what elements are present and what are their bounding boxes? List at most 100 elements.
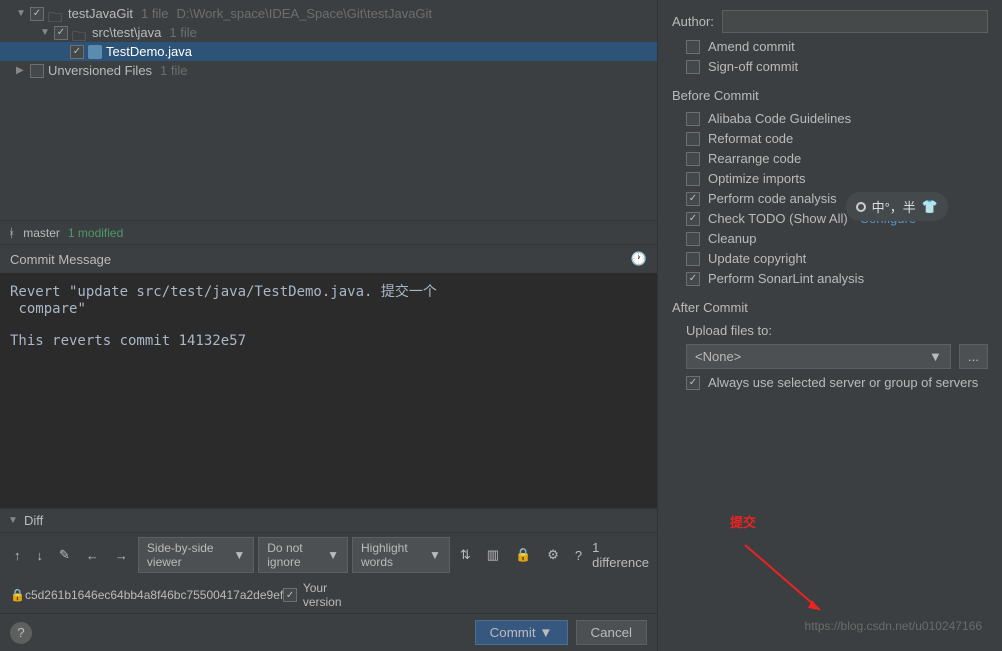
before-commit-title: Before Commit	[672, 88, 988, 103]
commit-message-label: Commit Message	[10, 252, 111, 267]
collapse-icon[interactable]: ⇅	[454, 544, 477, 566]
sonarlint-label: Perform SonarLint analysis	[708, 271, 864, 286]
your-version-label: Your version	[303, 581, 367, 609]
analysis-checkbox[interactable]	[686, 192, 700, 206]
modified-count: 1 modified	[68, 226, 123, 240]
root-count: 1 file	[141, 6, 168, 21]
back-icon[interactable]: ←	[80, 545, 105, 566]
ime-indicator: 中°，半 👕	[846, 192, 948, 221]
help-icon[interactable]: ?	[569, 545, 588, 566]
upload-label: Upload files to:	[686, 323, 988, 338]
commit-header: Commit Message 🕐	[0, 245, 657, 273]
root-path: D:\Work_space\IDEA_Space\Git\testJavaGit	[177, 6, 433, 21]
rearrange-checkbox[interactable]	[686, 152, 700, 166]
alibaba-label: Alibaba Code Guidelines	[708, 111, 851, 126]
commit-hash: c5d261b1646ec64bb4a8f46bc75500417a2de9ef	[25, 588, 283, 602]
help-button[interactable]: ?	[10, 622, 32, 644]
annotation-submit: 提交	[730, 512, 756, 531]
amend-checkbox[interactable]	[686, 40, 700, 54]
next-diff-icon[interactable]: ↓	[31, 545, 50, 566]
tree-file[interactable]: TestDemo.java	[0, 42, 657, 61]
cleanup-label: Cleanup	[708, 231, 756, 246]
bottom-bar: ? Commit ▼ Cancel	[0, 613, 657, 651]
forward-icon[interactable]: →	[109, 545, 134, 566]
viewer-dropdown[interactable]: Side-by-side viewer▼	[138, 537, 254, 573]
chevron-down-icon: ▼	[8, 515, 18, 526]
shirt-icon: 👕	[922, 199, 938, 215]
rearrange-label: Rearrange code	[708, 151, 801, 166]
branch-name[interactable]: master	[23, 226, 60, 240]
upload-select[interactable]: <None>▼	[686, 344, 951, 369]
lock-icon: 🔒	[10, 588, 25, 602]
branch-icon: ᚼ	[8, 226, 15, 240]
chevron-down-icon: ▼	[429, 548, 441, 562]
your-version-checkbox[interactable]	[283, 588, 297, 602]
subfolder-checkbox[interactable]	[54, 26, 68, 40]
unversioned-count: 1 file	[160, 63, 187, 78]
unversioned-label: Unversioned Files	[48, 63, 152, 78]
chevron-down-icon: ▼	[40, 27, 50, 38]
author-label: Author:	[672, 14, 714, 29]
tree-subfolder[interactable]: ▼ 🗀 src\test\java 1 file	[0, 23, 657, 42]
analysis-label: Perform code analysis	[708, 191, 837, 206]
java-file-icon	[88, 45, 102, 59]
chevron-down-icon: ▼	[327, 548, 339, 562]
watermark: https://blog.csdn.net/u010247166	[805, 619, 982, 633]
subfolder-name: src\test\java	[92, 25, 161, 40]
always-use-checkbox[interactable]	[686, 376, 700, 390]
chevron-down-icon: ▼	[929, 349, 942, 364]
subfolder-count: 1 file	[169, 25, 196, 40]
annotation-arrow	[740, 540, 840, 620]
file-checkbox[interactable]	[70, 45, 84, 59]
file-name: TestDemo.java	[106, 44, 192, 59]
root-checkbox[interactable]	[30, 7, 44, 21]
history-icon[interactable]: 🕐	[631, 251, 647, 267]
folder-icon: 🗀	[72, 26, 88, 40]
signoff-checkbox[interactable]	[686, 60, 700, 74]
diff-section: ▼ Diff ↑ ↓ ✎ ← → Side-by-side viewer▼ Do…	[0, 508, 657, 613]
commit-button[interactable]: Commit ▼	[475, 620, 568, 645]
cleanup-checkbox[interactable]	[686, 232, 700, 246]
sync-scroll-icon[interactable]: ▥	[481, 544, 505, 566]
alibaba-checkbox[interactable]	[686, 112, 700, 126]
chevron-down-icon: ▼	[16, 8, 26, 19]
author-input[interactable]	[722, 10, 988, 33]
cancel-button[interactable]: Cancel	[576, 620, 648, 645]
reformat-label: Reformat code	[708, 131, 793, 146]
browse-button[interactable]: ...	[959, 344, 988, 369]
todo-checkbox[interactable]	[686, 212, 700, 226]
copyright-label: Update copyright	[708, 251, 806, 266]
chevron-down-icon: ▼	[233, 548, 245, 562]
tree-unversioned[interactable]: ▶ Unversioned Files 1 file	[0, 61, 657, 80]
chevron-right-icon: ▶	[16, 65, 26, 76]
difference-count: 1 difference	[592, 540, 649, 570]
unversioned-checkbox[interactable]	[30, 64, 44, 78]
circle-icon	[856, 202, 866, 212]
amend-label: Amend commit	[708, 39, 795, 54]
file-tree: ▼ 🗀 testJavaGit 1 file D:\Work_space\IDE…	[0, 0, 657, 220]
copyright-checkbox[interactable]	[686, 252, 700, 266]
optimize-label: Optimize imports	[708, 171, 806, 186]
commit-message-section: Commit Message 🕐	[0, 244, 657, 508]
diff-toggle[interactable]: ▼ Diff	[0, 509, 657, 532]
prev-diff-icon[interactable]: ↑	[8, 545, 27, 566]
sonarlint-checkbox[interactable]	[686, 272, 700, 286]
edit-icon[interactable]: ✎	[53, 544, 76, 566]
highlight-dropdown[interactable]: Highlight words▼	[352, 537, 450, 573]
lock-icon[interactable]: 🔒	[509, 544, 537, 566]
folder-icon: 🗀	[48, 7, 64, 21]
branch-bar: ᚼ master 1 modified	[0, 220, 657, 244]
diff-toolbar: ↑ ↓ ✎ ← → Side-by-side viewer▼ Do not ig…	[0, 532, 657, 577]
reformat-checkbox[interactable]	[686, 132, 700, 146]
after-commit-title: After Commit	[672, 300, 988, 315]
ignore-dropdown[interactable]: Do not ignore▼	[258, 537, 348, 573]
todo-label: Check TODO (Show All)	[708, 211, 848, 226]
root-name: testJavaGit	[68, 6, 133, 21]
always-use-label: Always use selected server or group of s…	[708, 375, 978, 390]
tree-root[interactable]: ▼ 🗀 testJavaGit 1 file D:\Work_space\IDE…	[0, 4, 657, 23]
signoff-label: Sign-off commit	[708, 59, 798, 74]
gear-icon[interactable]: ⚙	[541, 544, 565, 566]
optimize-checkbox[interactable]	[686, 172, 700, 186]
diff-label: Diff	[24, 513, 43, 528]
commit-message-input[interactable]	[0, 273, 657, 508]
